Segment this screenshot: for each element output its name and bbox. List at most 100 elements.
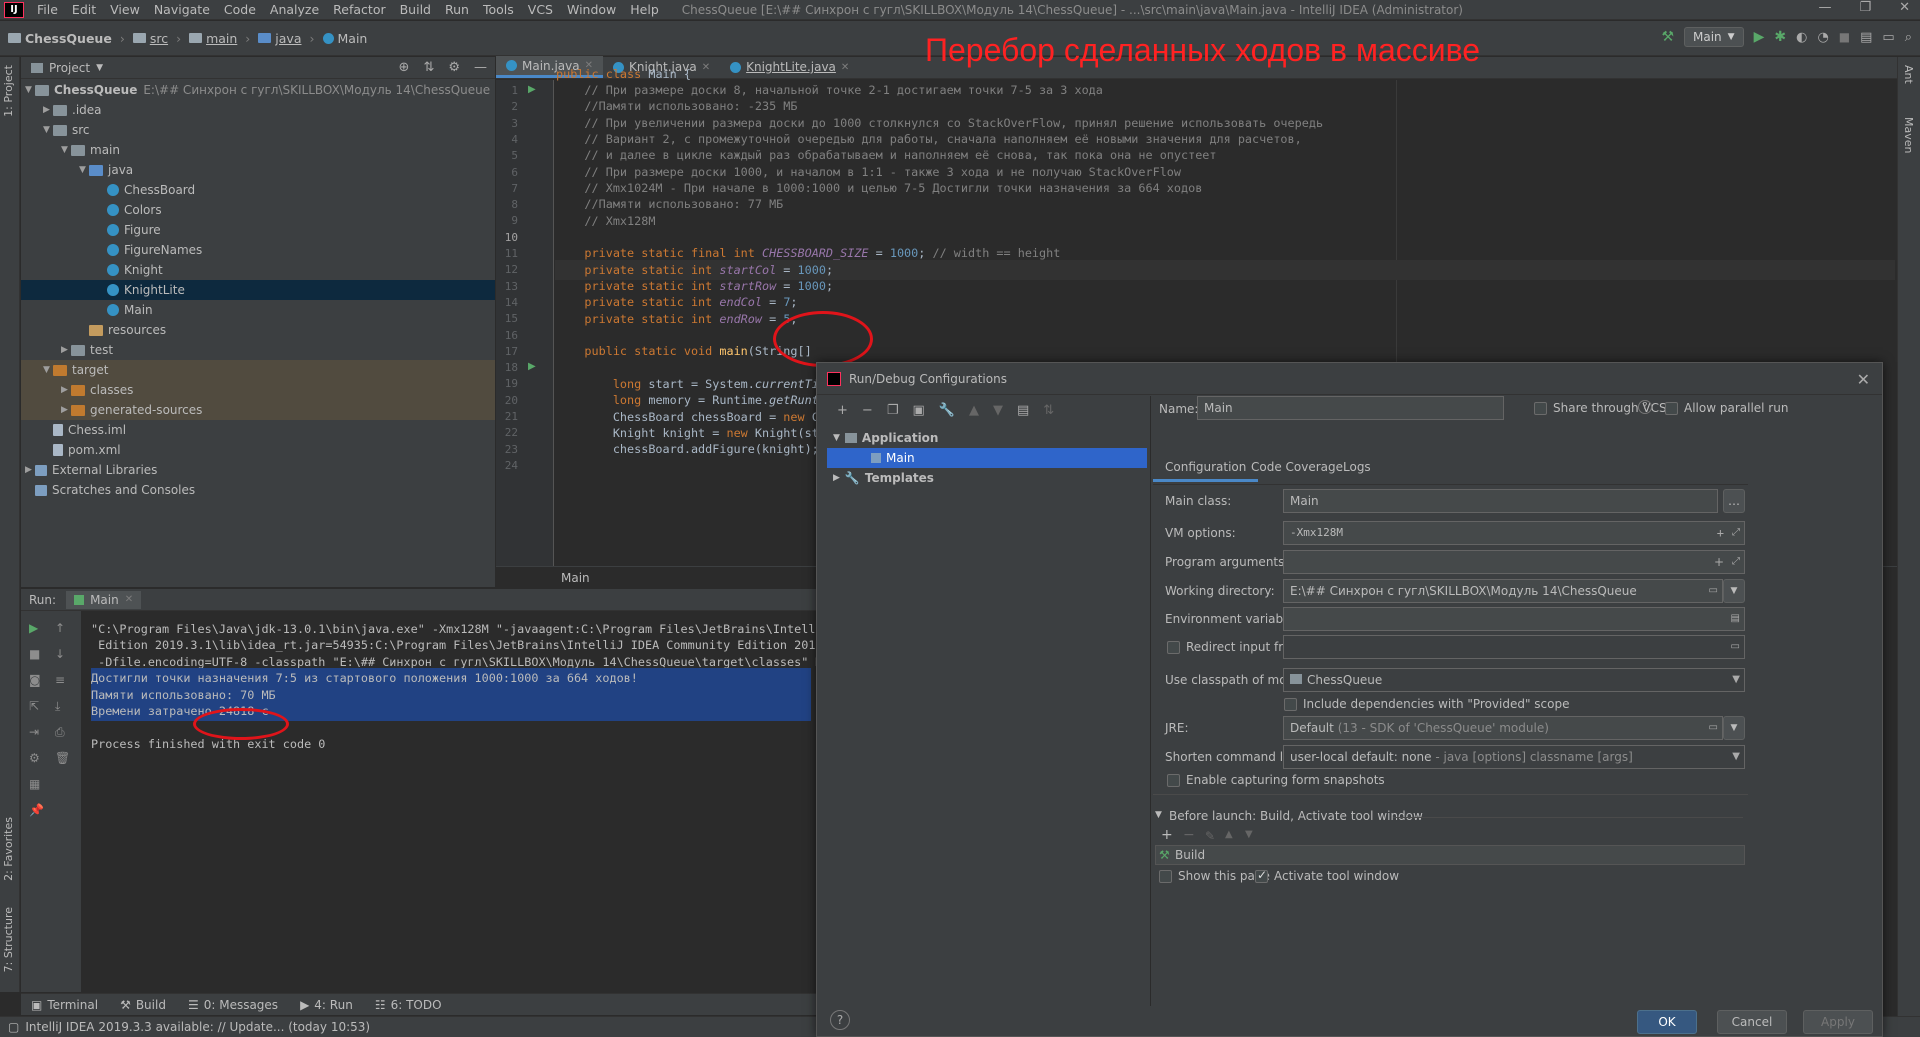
menu-window[interactable]: Window <box>560 2 623 17</box>
snapshots-checkbox[interactable] <box>1167 774 1180 787</box>
run-tab-main[interactable]: Main ✕ <box>66 590 142 609</box>
build-hammer-icon[interactable]: ⚒ <box>1661 29 1674 45</box>
chevron-down-icon[interactable]: ▼ <box>43 125 53 135</box>
restore-icon[interactable]: ❐ <box>1859 0 1871 15</box>
menu-refactor[interactable]: Refactor <box>326 2 392 17</box>
shorten-cmd-select[interactable]: user-local default: none - java [options… <box>1283 745 1745 769</box>
menu-code[interactable]: Code <box>217 2 263 17</box>
config-group-templates[interactable]: ▶ 🔧 Templates <box>827 468 1147 488</box>
move-down-icon[interactable]: ▼ <box>993 403 1003 418</box>
config-item-main[interactable]: Main <box>827 448 1147 468</box>
jre-dropdown[interactable]: ▼ <box>1723 716 1745 740</box>
profile-icon[interactable]: ◔ <box>1817 30 1828 45</box>
pin-icon[interactable]: 📌 <box>29 803 44 817</box>
soft-wrap-icon[interactable]: ≡ <box>55 673 69 687</box>
camera-icon[interactable]: ◙ <box>29 673 43 687</box>
print-icon[interactable]: ⎙ <box>55 725 69 739</box>
tree-item[interactable]: pom.xml <box>21 440 495 460</box>
chevron-down-icon[interactable]: ▼ <box>1155 810 1162 820</box>
tab-todo[interactable]: ☷ 6: TODO <box>375 998 442 1012</box>
search-icon[interactable]: ⌕ <box>1905 30 1912 45</box>
wrench-icon[interactable]: 🔧 <box>939 403 955 418</box>
tree-item[interactable]: ▼ src <box>21 120 495 140</box>
tree-item[interactable]: ▼ java <box>21 160 495 180</box>
chevron-right-icon[interactable]: ▶ <box>61 405 71 415</box>
tree-item[interactable]: ▶ External Libraries <box>21 460 495 480</box>
add-icon[interactable]: + <box>837 403 848 418</box>
tree-item[interactable]: ▼ target <box>21 360 495 380</box>
chevron-down-icon[interactable]: ▼ <box>79 165 89 175</box>
redirect-input-checkbox[interactable] <box>1167 641 1180 654</box>
tab-build[interactable]: ⚒ Build <box>120 998 166 1012</box>
redirect-input-field[interactable]: ▭ <box>1283 635 1745 659</box>
tab-logs[interactable]: Logs <box>1331 452 1383 482</box>
tree-item[interactable]: ChessBoard <box>21 180 495 200</box>
settings-icon[interactable]: ⚙ <box>29 751 43 765</box>
tab-terminal[interactable]: ▣ Terminal <box>31 998 98 1012</box>
browse-main-class-button[interactable]: … <box>1723 489 1745 513</box>
code-line[interactable]: chessBoard.addFigure(knight); <box>556 439 819 459</box>
folder-icon[interactable]: ▭ <box>1731 636 1740 658</box>
expand-icon[interactable]: ⤢ <box>1732 522 1740 544</box>
tree-item[interactable]: ▶ test <box>21 340 495 360</box>
chevron-right-icon[interactable]: ▶ <box>61 385 71 395</box>
tree-item[interactable]: resources <box>21 320 495 340</box>
status-text[interactable]: IntelliJ IDEA 2019.3.3 available: // Upd… <box>25 1020 370 1034</box>
menu-build[interactable]: Build <box>393 2 438 17</box>
env-vars-field[interactable]: ▤ <box>1283 607 1745 631</box>
chevron-right-icon[interactable]: ▶ <box>25 465 35 475</box>
apply-button[interactable]: Apply <box>1803 1010 1873 1034</box>
tree-item[interactable]: Scratches and Consoles <box>21 480 495 500</box>
locate-icon[interactable]: ⊕ <box>399 60 410 75</box>
close-window-icon[interactable]: ✕ <box>1899 0 1910 15</box>
layout-icon[interactable]: ▭ <box>1882 30 1894 45</box>
run-config-select[interactable]: Main ▼ <box>1684 27 1744 47</box>
working-dir-field[interactable]: E:\## Синхрон с гугл\SKILLBOX\Модуль 14\… <box>1283 579 1723 603</box>
stop-icon[interactable]: ■ <box>29 647 43 661</box>
chevron-down-icon[interactable]: ▼ <box>25 85 35 95</box>
favorites-side-tab[interactable]: 2: Favorites <box>2 817 15 881</box>
include-deps-checkbox[interactable] <box>1284 698 1297 711</box>
chevron-right-icon[interactable]: ▶ <box>43 105 53 115</box>
debug-icon[interactable]: ✱ <box>1774 29 1786 45</box>
allow-parallel-checkbox[interactable] <box>1665 402 1678 415</box>
ok-button[interactable]: OK <box>1637 1010 1697 1034</box>
rerun-icon[interactable]: ▶ <box>29 621 43 635</box>
edit-task-icon[interactable]: ✎ <box>1205 829 1215 843</box>
move-up-icon[interactable]: ▲ <box>1225 829 1233 840</box>
move-up-icon[interactable]: ▲ <box>969 403 979 418</box>
add-task-icon[interactable]: + <box>1161 827 1173 843</box>
menu-tools[interactable]: Tools <box>476 2 521 17</box>
project-structure-icon[interactable]: ▤ <box>1860 30 1872 45</box>
run-gutter-icon[interactable]: ▶ <box>528 84 536 95</box>
project-panel-title[interactable]: Project <box>49 61 90 75</box>
menu-run[interactable]: Run <box>438 2 476 17</box>
classpath-select[interactable]: ChessQueue ▼ <box>1283 668 1745 692</box>
tree-item[interactable]: ▶ .idea <box>21 100 495 120</box>
close-tab-icon[interactable]: ✕ <box>841 62 849 73</box>
save-icon[interactable]: ▣ <box>912 403 924 418</box>
stop-icon[interactable]: ■ <box>1839 30 1850 44</box>
move-down-icon[interactable]: ▼ <box>1245 829 1253 840</box>
gear-icon[interactable]: ⚙ <box>448 60 460 75</box>
remove-icon[interactable]: − <box>862 403 873 418</box>
run-icon[interactable]: ▶ <box>1754 29 1765 45</box>
cancel-button[interactable]: Cancel <box>1717 1010 1787 1034</box>
tab-messages[interactable]: ☰ 0: Messages <box>188 998 278 1012</box>
code-line[interactable]: // Xmx128M <box>556 211 655 231</box>
close-tab-icon[interactable]: ✕ <box>702 62 710 73</box>
before-launch-build-item[interactable]: Build <box>1175 848 1205 862</box>
vm-options-field[interactable]: -Xmx128M + ⤢ <box>1283 521 1745 545</box>
close-tab-icon[interactable]: ✕ <box>125 594 133 605</box>
minimize-icon[interactable]: — <box>1818 0 1831 15</box>
ant-side-tab[interactable]: Ant <box>1902 65 1915 84</box>
tree-item[interactable]: Figure <box>21 220 495 240</box>
scroll-down-icon[interactable]: ↓ <box>55 647 69 661</box>
copy-icon[interactable]: ❐ <box>887 403 899 418</box>
breadcrumb-project[interactable]: ChessQueue › <box>8 31 125 46</box>
code-line[interactable]: private static int endRow = 5; <box>556 309 797 329</box>
folder-icon[interactable]: ▭ <box>1709 580 1718 602</box>
exit-icon[interactable]: ⇥ <box>29 725 43 739</box>
program-args-field[interactable]: + ⤢ <box>1283 550 1745 574</box>
scroll-up-icon[interactable]: ↑ <box>55 621 69 635</box>
